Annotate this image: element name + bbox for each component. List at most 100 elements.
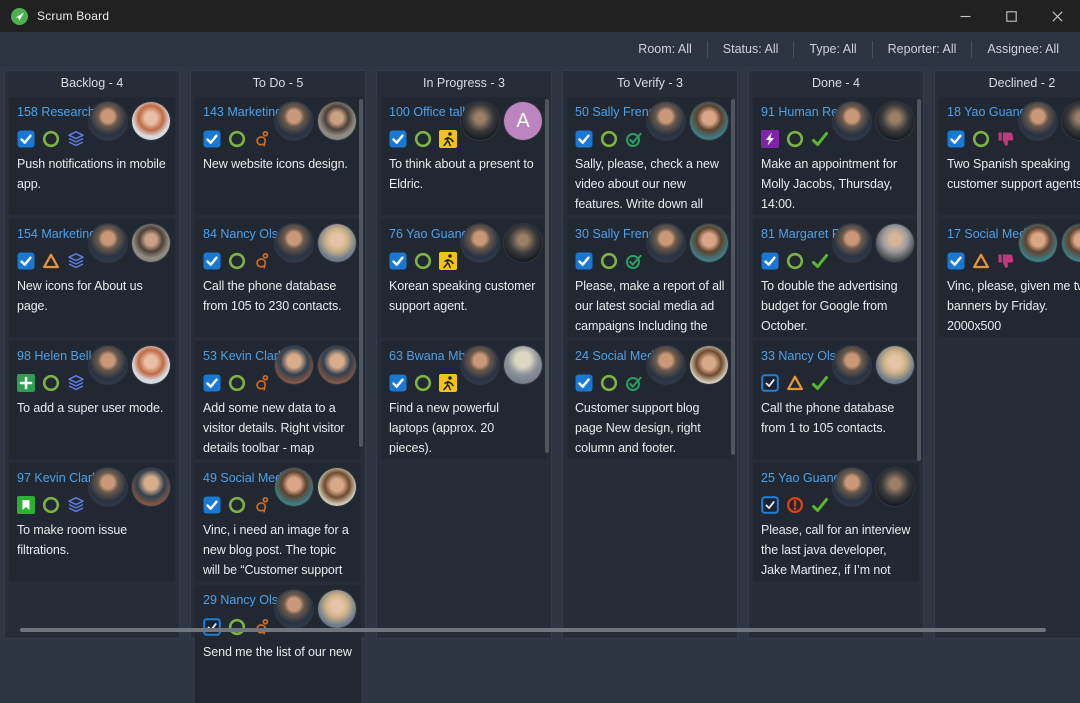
checkbox-checked-icon	[203, 252, 221, 270]
avatar	[132, 468, 170, 506]
lightning-icon	[761, 130, 779, 148]
avatar	[833, 102, 871, 140]
check-icon	[811, 374, 829, 392]
vertical-scrollbar[interactable]	[545, 99, 549, 453]
card-title-link[interactable]: 25 Yao Guang	[761, 469, 840, 487]
plus-icon	[17, 374, 35, 392]
card-description: New icons for About us page.	[17, 276, 167, 316]
card-title-link[interactable]: 76 Yao Guang	[389, 225, 468, 243]
card-title-link[interactable]: 98 Helen Bell	[17, 347, 91, 365]
task-card[interactable]: 81 Margaret P...To double the advertisin…	[753, 219, 919, 337]
minimize-button[interactable]	[942, 0, 988, 32]
checkbox-checked-icon	[947, 130, 965, 148]
avatar	[690, 224, 728, 262]
checkbox-checked-icon	[389, 374, 407, 392]
task-card[interactable]: 18 Yao GuangTwo Spanish speaking custome…	[939, 97, 1080, 215]
board-column: In Progress - 3100 Office talksATo think…	[376, 70, 552, 639]
board-column: To Do - 5143 Marketing ...New website ic…	[190, 70, 366, 639]
card-title-link[interactable]: 18 Yao Guang	[947, 103, 1026, 121]
avatar	[318, 590, 356, 628]
task-card[interactable]: 98 Helen Bell To add a super user mode.	[9, 341, 175, 459]
avatar	[318, 346, 356, 384]
filter-room[interactable]: Room: All	[623, 42, 707, 56]
checkbox-checked-icon	[389, 130, 407, 148]
card-description: To add a super user mode.	[17, 398, 167, 418]
task-card[interactable]: 91 Human Res...Make an appointment for M…	[753, 97, 919, 215]
task-card[interactable]: 143 Marketing ...New website icons desig…	[195, 97, 361, 215]
task-card[interactable]: 154 Marketing ...New icons for About us …	[9, 219, 175, 337]
board-column: Done - 491 Human Res...Make an appointme…	[748, 70, 924, 639]
avatar	[89, 468, 127, 506]
vertical-scrollbar[interactable]	[359, 99, 363, 447]
person-icon	[253, 130, 271, 148]
task-card[interactable]: 97 Kevin ClarkeTo make room issue filtra…	[9, 463, 175, 581]
avatar	[132, 224, 170, 262]
avatar	[461, 346, 499, 384]
task-card[interactable]: 84 Nancy OlsonCall the phone database fr…	[195, 219, 361, 337]
avatar-group	[89, 224, 170, 262]
checkbox-checked-icon	[947, 252, 965, 270]
task-card[interactable]: 30 Sally FrenchPlease, make a report of …	[567, 219, 733, 337]
task-card[interactable]: 158 Research ...Push notifications in mo…	[9, 97, 175, 215]
card-description: Sally, please, check a new video about o…	[575, 154, 725, 215]
green-circle-icon	[600, 374, 618, 392]
green-circle-icon	[228, 130, 246, 148]
close-button[interactable]	[1034, 0, 1080, 32]
column-header: Done - 4	[749, 71, 923, 95]
task-card[interactable]: 49 Social MediaVinc, i need an image for…	[195, 463, 361, 581]
board-column: To Verify - 350 Sally FrenchSally, pleas…	[562, 70, 738, 639]
vertical-scrollbar[interactable]	[731, 99, 735, 455]
avatar	[876, 468, 914, 506]
task-card[interactable]: 50 Sally FrenchSally, please, check a ne…	[567, 97, 733, 215]
avatar	[647, 102, 685, 140]
avatar	[132, 102, 170, 140]
filter-status[interactable]: Status: All	[708, 42, 794, 56]
card-description: Korean speaking customer support agent.	[389, 276, 539, 316]
filter-type[interactable]: Type: All	[794, 42, 871, 56]
avatar-group	[833, 102, 914, 140]
avatar	[833, 224, 871, 262]
avatar: A	[504, 102, 542, 140]
avatar	[461, 102, 499, 140]
minimize-icon	[960, 11, 971, 22]
avatar	[89, 102, 127, 140]
checkbox-checked-icon	[203, 374, 221, 392]
green-circle-icon	[228, 252, 246, 270]
check-circle-icon	[625, 252, 643, 270]
avatar-group	[833, 224, 914, 262]
task-card[interactable]: 25 Yao GuangPlease, call for an intervie…	[753, 463, 919, 581]
card-description: Call the phone database from 1 to 105 co…	[761, 398, 911, 438]
task-card[interactable]: 63 Bwana Mb...Find a new powerful laptop…	[381, 341, 547, 459]
task-card[interactable]: 33 Nancy OlsonCall the phone database fr…	[753, 341, 919, 459]
green-circle-icon	[228, 618, 246, 636]
checkbox-outlined-icon	[761, 496, 779, 514]
task-card[interactable]: 29 Nancy OlsonSend me the list of our ne…	[195, 585, 361, 703]
thumbs-down-icon	[997, 252, 1015, 270]
checkbox-checked-icon	[575, 252, 593, 270]
avatar-group	[275, 224, 356, 262]
card-description: Vinc, please, given me two banners by Fr…	[947, 276, 1080, 336]
maximize-button[interactable]	[988, 0, 1034, 32]
avatar-group	[275, 346, 356, 384]
titlebar: Scrum Board	[0, 0, 1080, 32]
avatar	[275, 224, 313, 262]
filter-assignee[interactable]: Assignee: All	[972, 42, 1074, 56]
task-card[interactable]: 53 Kevin ClarkeAdd some new data to a vi…	[195, 341, 361, 459]
task-card[interactable]: 24 Social MediaCustomer support blog pag…	[567, 341, 733, 459]
avatar	[504, 346, 542, 384]
checkbox-checked-icon	[203, 496, 221, 514]
horizontal-scrollbar[interactable]	[20, 628, 1046, 632]
avatar	[275, 102, 313, 140]
vertical-scrollbar[interactable]	[917, 99, 921, 461]
orange-triangle-icon	[42, 252, 60, 270]
task-card[interactable]: 17 Social MediaVinc, please, given me tw…	[939, 219, 1080, 337]
layers-icon	[67, 374, 85, 392]
green-circle-icon	[414, 374, 432, 392]
avatar-group	[1019, 102, 1080, 140]
runner-icon	[439, 374, 457, 392]
task-card[interactable]: 76 Yao Guang Korean speaking customer sup…	[381, 219, 547, 337]
avatar-group	[275, 468, 356, 506]
filter-reporter[interactable]: Reporter: All	[873, 42, 972, 56]
task-card[interactable]: 100 Office talksATo think about a presen…	[381, 97, 547, 215]
avatar	[318, 102, 356, 140]
